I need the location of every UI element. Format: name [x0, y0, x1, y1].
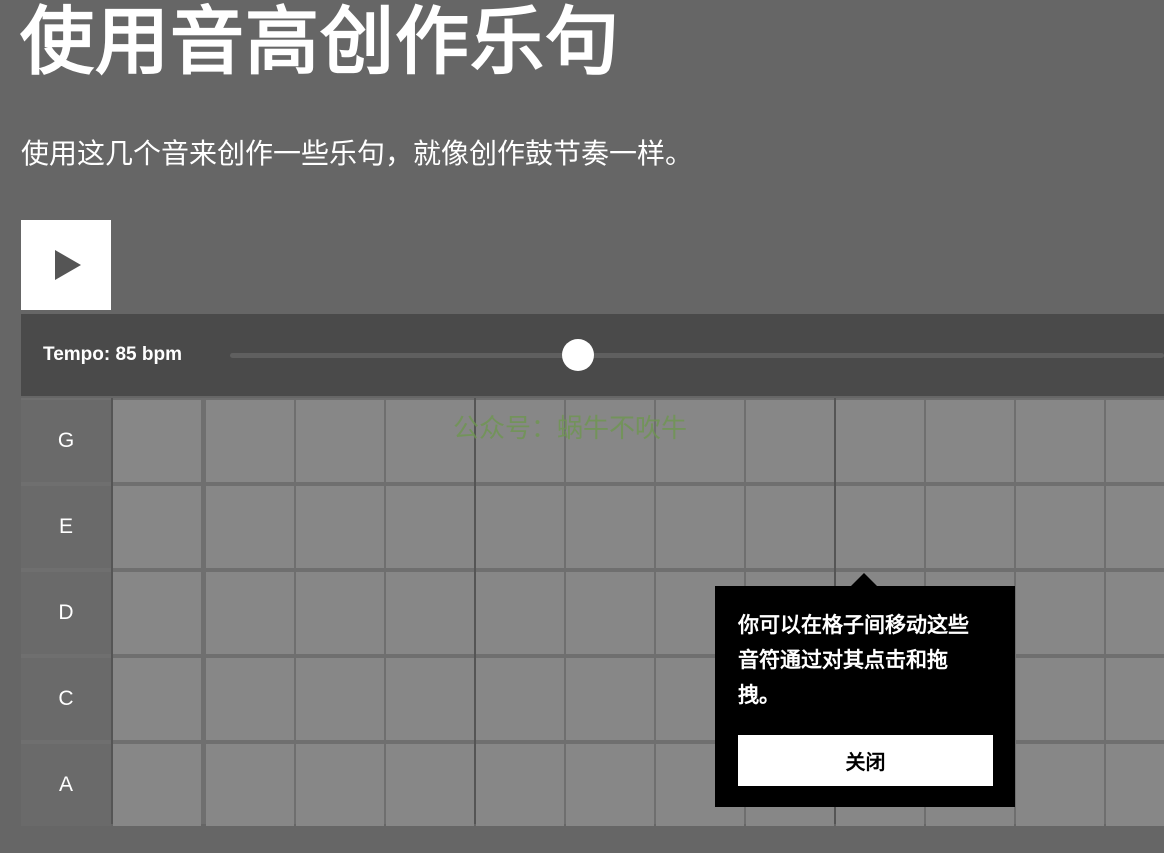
beat-divider: [111, 398, 113, 824]
watermark-text: 公众号：蜗牛不吹牛: [453, 414, 688, 444]
grid-cell[interactable]: [386, 486, 474, 568]
grid-cell[interactable]: [386, 744, 474, 826]
help-tooltip: 你可以在格子间移动这些音符通过对其点击和拖拽。 关闭: [715, 573, 1015, 807]
grid-cell[interactable]: [746, 400, 834, 482]
grid-cell[interactable]: [746, 486, 834, 568]
grid-cell[interactable]: [926, 486, 1014, 568]
grid-cell[interactable]: [836, 486, 924, 568]
grid-cell[interactable]: [113, 744, 201, 826]
note-label-e: E: [21, 486, 111, 568]
grid-cell[interactable]: [206, 744, 294, 826]
play-button[interactable]: [21, 220, 111, 310]
play-icon: [55, 250, 81, 280]
grid-cell[interactable]: [1016, 572, 1104, 654]
tempo-slider-thumb[interactable]: [562, 339, 594, 371]
grid-cell[interactable]: [1106, 486, 1164, 568]
page-subtitle: 使用这几个音来创作一些乐句，就像创作鼓节奏一样。: [21, 137, 694, 170]
grid-cell[interactable]: [296, 486, 384, 568]
grid-cell[interactable]: [296, 572, 384, 654]
grid-cell[interactable]: [1106, 744, 1164, 826]
grid-cell[interactable]: [566, 486, 654, 568]
grid-cell[interactable]: [656, 486, 744, 568]
note-label-a: A: [21, 744, 111, 826]
grid-cell[interactable]: [1016, 400, 1104, 482]
note-label-d: D: [21, 572, 111, 654]
grid-cell[interactable]: [476, 744, 564, 826]
grid-cell[interactable]: [296, 400, 384, 482]
grid-cell[interactable]: [296, 744, 384, 826]
grid-cell[interactable]: [113, 400, 201, 482]
note-label-g: G: [21, 400, 111, 482]
tooltip-close-button[interactable]: 关闭: [738, 735, 993, 786]
note-label-c: C: [21, 658, 111, 740]
grid-cell[interactable]: [836, 400, 924, 482]
grid-cell[interactable]: [206, 572, 294, 654]
grid-cell[interactable]: [1016, 658, 1104, 740]
grid-cell[interactable]: [476, 658, 564, 740]
tempo-label: Tempo: 85 bpm: [43, 344, 182, 365]
tooltip-arrow: [850, 573, 878, 587]
grid-cell[interactable]: [386, 572, 474, 654]
tempo-control: Tempo: 85 bpm: [21, 314, 1164, 396]
grid-cell[interactable]: [1016, 744, 1104, 826]
beat-divider: [474, 398, 476, 824]
grid-cell[interactable]: [113, 572, 201, 654]
grid-cell[interactable]: [1106, 400, 1164, 482]
grid-cell[interactable]: [566, 572, 654, 654]
grid-cell[interactable]: [566, 658, 654, 740]
grid-cell[interactable]: [1106, 572, 1164, 654]
grid-cell[interactable]: [926, 400, 1014, 482]
grid-cell[interactable]: [206, 658, 294, 740]
grid-cell[interactable]: [206, 486, 294, 568]
grid-cell[interactable]: [1106, 658, 1164, 740]
grid-cell[interactable]: [1016, 486, 1104, 568]
grid-cell[interactable]: [566, 744, 654, 826]
page-title: 使用音高创作乐句: [20, 0, 620, 85]
grid-cell[interactable]: [476, 572, 564, 654]
grid-cell[interactable]: [113, 486, 201, 568]
grid-cell[interactable]: [113, 658, 201, 740]
grid-cell[interactable]: [386, 658, 474, 740]
grid-cell[interactable]: [476, 486, 564, 568]
grid-cell[interactable]: [206, 400, 294, 482]
tempo-slider-track[interactable]: [230, 353, 1164, 358]
tooltip-text: 你可以在格子间移动这些音符通过对其点击和拖拽。: [738, 613, 969, 707]
grid-cell[interactable]: [296, 658, 384, 740]
